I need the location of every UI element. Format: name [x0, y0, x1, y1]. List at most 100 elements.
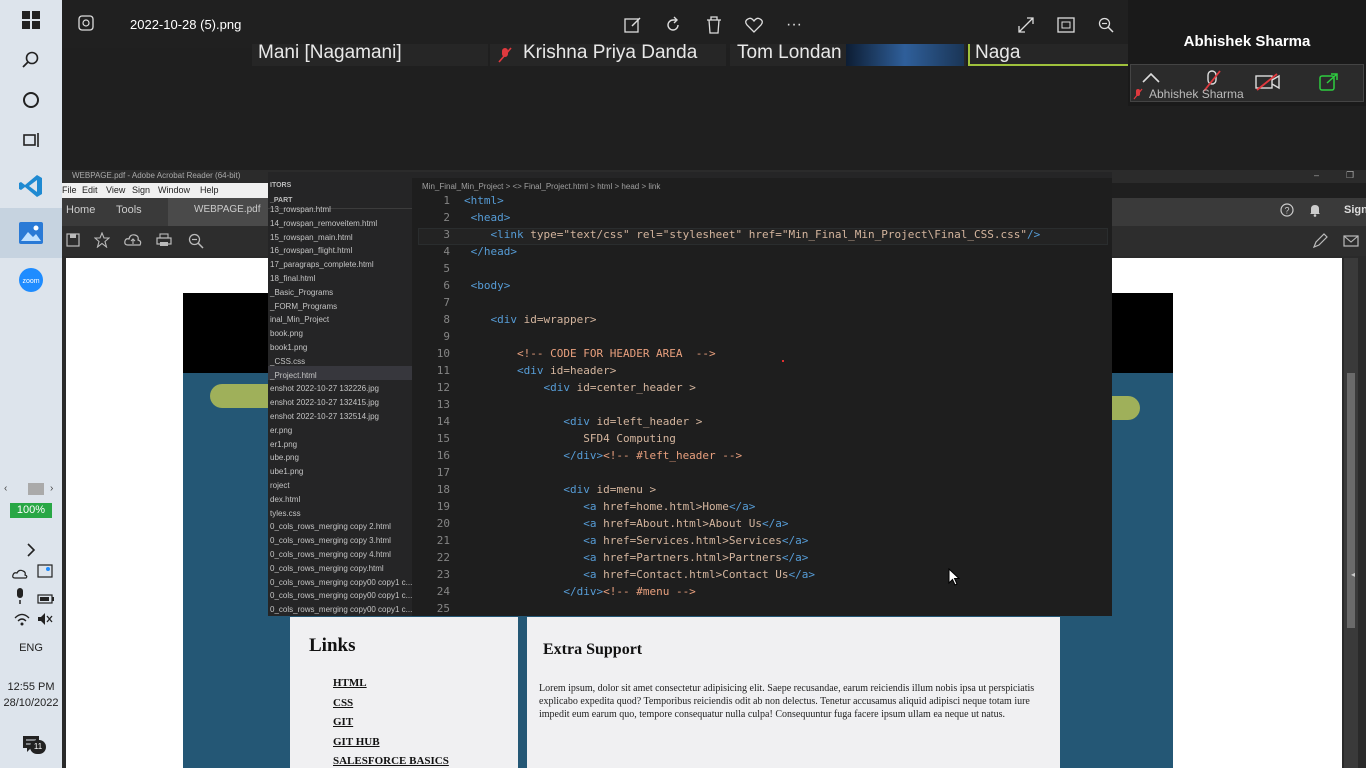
sign-in-link[interactable]: Sign [1344, 204, 1366, 216]
code-line[interactable]: 15 SFD4 Computing [412, 432, 1112, 449]
zoom-icon[interactable] [188, 233, 204, 254]
email-icon[interactable] [1343, 234, 1359, 252]
gallery-icon[interactable] [78, 15, 94, 36]
volume-muted-icon[interactable] [37, 612, 53, 631]
menu-window[interactable]: Window [158, 185, 190, 195]
explorer-file-item[interactable]: 0_cols_rows_merging copy00 copy1 c... [270, 578, 412, 587]
code-line[interactable]: 22 <a href=Partners.html>Partners</a> [412, 551, 1112, 568]
code-line[interactable]: 21 <a href=Services.html>Services</a> [412, 534, 1112, 551]
zoom-app-icon[interactable]: zoom [15, 264, 47, 296]
explorer-file-item[interactable]: 0_cols_rows_merging copy00 copy1 c... [270, 591, 412, 600]
code-line[interactable]: 23 <a href=Contact.html>Contact Us</a> [412, 568, 1112, 585]
code-line[interactable]: 7 [412, 296, 1112, 313]
explorer-file-item[interactable]: enshot 2022-10-27 132415.jpg [270, 398, 379, 407]
code-line[interactable]: 5 [412, 262, 1112, 279]
code-line[interactable]: 18 <div id=menu > [412, 483, 1112, 500]
expand-icon[interactable] [1015, 14, 1037, 36]
explorer-file-item[interactable]: 0_cols_rows_merging copy.html [270, 564, 384, 573]
code-line[interactable]: 19 <a href=home.html>Home</a> [412, 500, 1112, 517]
explorer-file-item[interactable]: 0_cols_rows_merging copy 4.html [270, 550, 391, 559]
explorer-file-item[interactable]: er.png [270, 426, 292, 435]
explorer-file-item[interactable]: 16_rowspan_flight.html [270, 246, 352, 255]
explorer-file-item[interactable]: _FORM_Programs [270, 302, 337, 311]
video-off-icon[interactable] [1255, 73, 1281, 96]
notification-bell-icon[interactable] [1308, 203, 1322, 222]
explorer-file-item[interactable]: enshot 2022-10-27 132226.jpg [270, 384, 379, 393]
code-line[interactable]: 10 <!-- CODE FOR HEADER AREA --> [412, 347, 1112, 364]
wifi-icon[interactable] [14, 612, 30, 631]
zoom-out-icon[interactable] [1095, 14, 1117, 36]
link-git[interactable]: GIT [333, 716, 353, 728]
edit-image-icon[interactable] [622, 14, 644, 36]
search-icon[interactable] [15, 44, 47, 76]
cortana-icon[interactable] [15, 84, 47, 116]
code-line[interactable]: 3 <link type="text/css" rel="stylesheet"… [412, 228, 1112, 245]
photos-app-tile[interactable] [0, 208, 62, 258]
delete-icon[interactable] [703, 14, 725, 36]
task-view-icon[interactable] [15, 124, 47, 156]
chevron-right-icon[interactable]: › [50, 483, 53, 494]
code-line[interactable]: 2 <head> [412, 211, 1112, 228]
explorer-file-item[interactable]: inal_Min_Project [270, 315, 329, 324]
slider-thumb[interactable] [28, 483, 44, 495]
zoom-slider[interactable]: ‹ › [4, 483, 58, 495]
microphone-icon[interactable] [14, 588, 26, 609]
menu-edit[interactable]: Edit [82, 185, 98, 195]
battery-icon[interactable] [37, 591, 55, 609]
meet-now-icon[interactable] [37, 564, 53, 583]
minimize-icon[interactable]: – [1314, 170, 1319, 180]
bookmark-star-icon[interactable] [93, 231, 111, 253]
code-line[interactable]: 9 [412, 330, 1112, 347]
onedrive-icon[interactable] [12, 566, 28, 584]
tab-tools[interactable]: Tools [116, 204, 142, 216]
link-git-hub[interactable]: GIT HUB [333, 736, 380, 748]
tab-home[interactable]: Home [66, 204, 95, 216]
link-css[interactable]: CSS [333, 697, 353, 709]
explorer-file-item[interactable]: _CSS.css [270, 357, 305, 366]
maximize-icon[interactable]: ❐ [1346, 170, 1354, 181]
menu-sign[interactable]: Sign [132, 185, 150, 195]
save-icon[interactable] [66, 233, 80, 252]
explorer-file-item[interactable]: dex.html [270, 495, 300, 504]
explorer-file-item[interactable]: ube1.png [270, 467, 303, 476]
favorite-heart-icon[interactable] [743, 14, 765, 36]
code-line[interactable]: 1 <html> [412, 194, 1112, 211]
code-line[interactable]: 4 </head> [412, 245, 1112, 262]
scrollbar-thumb[interactable] [1347, 373, 1355, 628]
code-line[interactable]: 14 <div id=left_header > [412, 415, 1112, 432]
rotate-icon[interactable] [662, 14, 684, 36]
code-line[interactable]: 25 [412, 602, 1112, 619]
code-line[interactable]: 17 [412, 466, 1112, 483]
code-line[interactable]: 16 </div><!-- #left_header --> [412, 449, 1112, 466]
fill-sign-icon[interactable] [1312, 233, 1328, 254]
help-icon[interactable]: ? [1280, 203, 1294, 222]
explorer-file-item[interactable]: _Basic_Programs [270, 288, 333, 297]
explorer-folder[interactable]: _PART [270, 197, 292, 204]
clock-time[interactable]: 12:55 PM [0, 681, 62, 693]
cloud-upload-icon[interactable] [124, 233, 142, 252]
explorer-file-item[interactable]: 15_rowspan_main.html [270, 233, 353, 242]
link-salesforce-basics[interactable]: SALESFORCE BASICS [333, 755, 449, 767]
menu-view[interactable]: View [106, 185, 125, 195]
code-line[interactable]: 8 <div id=wrapper> [412, 313, 1112, 330]
vertical-scrollbar[interactable]: ◂ [1344, 258, 1358, 768]
code-line[interactable]: 11 <div id=header> [412, 364, 1112, 381]
explorer-file-item[interactable]: 13_rowspan.html [270, 205, 331, 214]
explorer-file-item[interactable]: _Project.html [270, 371, 317, 380]
share-screen-icon[interactable] [1319, 73, 1339, 96]
breadcrumb[interactable]: Min_Final_Min_Project > <> Final_Project… [422, 182, 660, 191]
explorer-file-item[interactable]: book.png [270, 329, 303, 338]
explorer-file-item[interactable]: 0_cols_rows_merging copy 3.html [270, 536, 391, 545]
more-options-icon[interactable]: ··· [783, 14, 805, 36]
clock-date[interactable]: 28/10/2022 [0, 697, 62, 709]
fit-window-icon[interactable] [1055, 14, 1077, 36]
print-icon[interactable] [156, 233, 172, 252]
active-speaker-tile[interactable]: Abhishek Sharma Abhishek Sharma [1128, 0, 1366, 106]
code-line[interactable]: 6 <body> [412, 279, 1112, 296]
explorer-file-item[interactable]: tyles.css [270, 509, 301, 518]
explorer-file-item[interactable]: 18_final.html [270, 274, 315, 283]
code-line[interactable]: 20 <a href=About.html>About Us</a> [412, 517, 1112, 534]
chevron-left-icon[interactable]: ‹ [4, 483, 7, 494]
menu-help[interactable]: Help [200, 185, 219, 195]
vscode-icon[interactable] [12, 170, 50, 202]
